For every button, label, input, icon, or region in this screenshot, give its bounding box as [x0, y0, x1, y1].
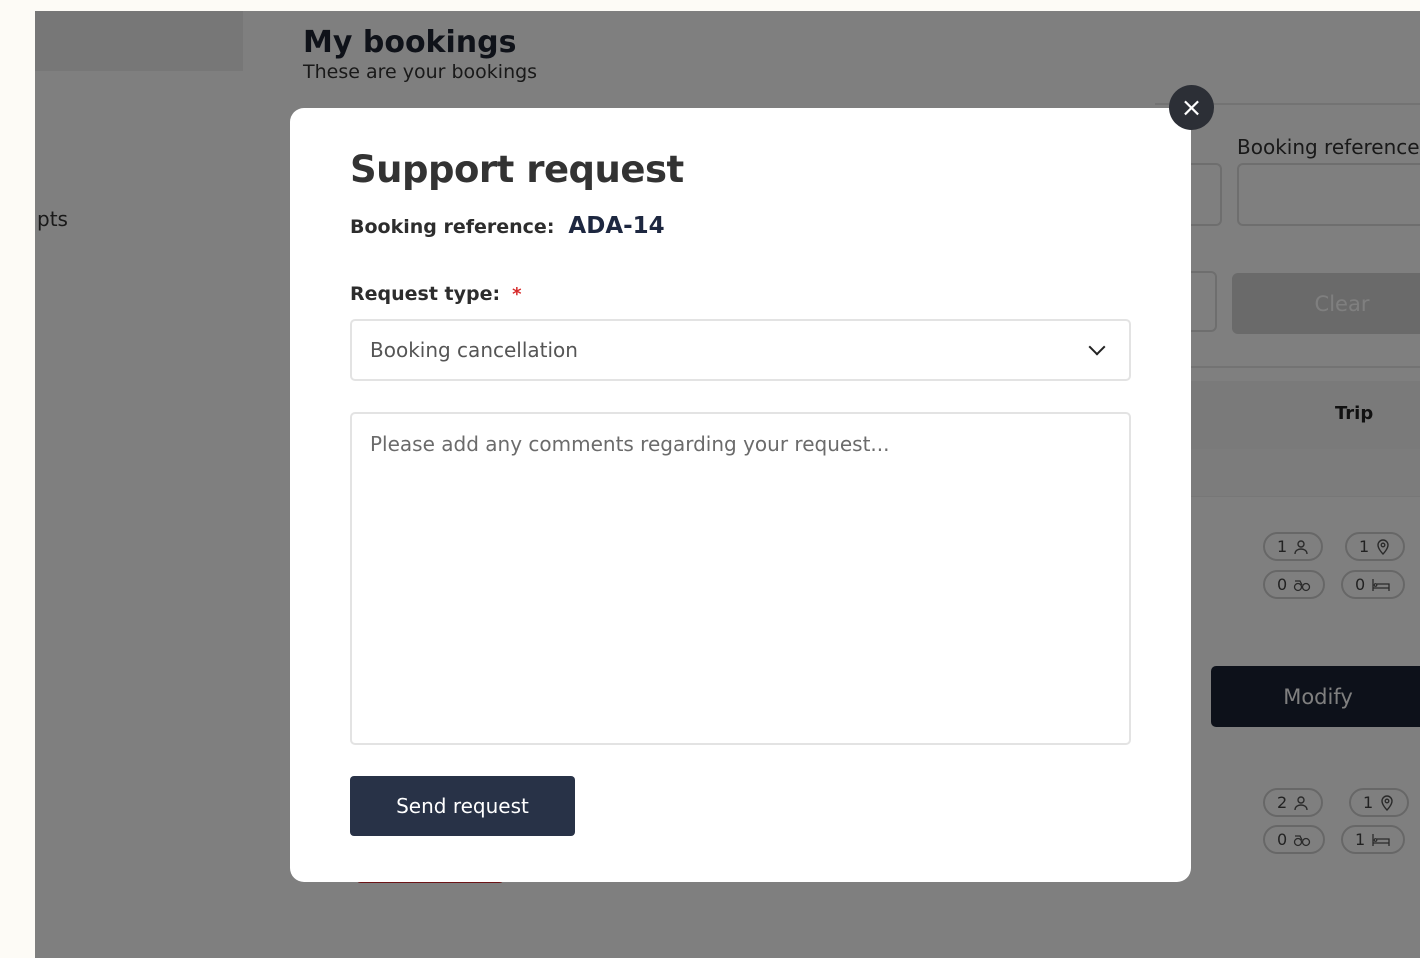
comments-textarea[interactable] [350, 412, 1131, 745]
modal-title: Support request [350, 148, 684, 191]
booking-reference-value: ADA-14 [568, 213, 665, 239]
required-marker: * [512, 284, 522, 305]
chevron-down-icon [1088, 338, 1106, 356]
send-request-button[interactable]: Send request [350, 776, 575, 836]
request-type-value: Booking cancellation [370, 338, 578, 362]
request-type-select[interactable]: Booking cancellation [350, 319, 1131, 381]
support-request-modal: Support request Booking reference: ADA-1… [290, 108, 1191, 882]
request-type-label: Request type: [350, 283, 501, 305]
booking-reference-label: Booking reference: [350, 216, 555, 238]
booking-reference-row: Booking reference: ADA-14 [350, 213, 665, 239]
request-type-label-row: Request type: * [350, 283, 522, 305]
close-icon[interactable]: × [1169, 85, 1214, 130]
